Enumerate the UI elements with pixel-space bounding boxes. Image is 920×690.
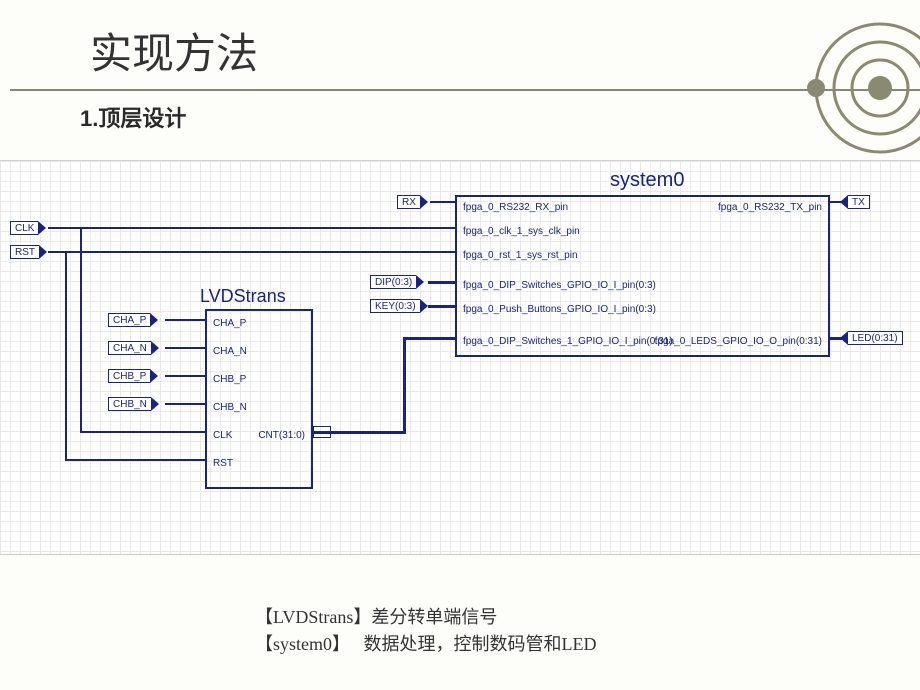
- corner-circles-graphic: [760, 18, 920, 178]
- lvds-pin-chb-n: CHB_N: [213, 403, 247, 413]
- io-pad-key: KEY(0:3): [370, 299, 428, 313]
- footer-line-2: 【system0】 数据处理，控制数码管和LED: [255, 631, 597, 658]
- sys0-pin-tx: fpga_0_RS232_TX_pin: [718, 203, 822, 213]
- schematic-diagram: LVDStrans CHA_P CHA_N CHB_P CHB_N CLK RS…: [0, 160, 920, 555]
- io-pad-dip: DIP(0:3): [370, 275, 424, 289]
- page-subtitle: 1.顶层设计: [80, 101, 850, 133]
- sys0-pin-dip1: fpga_0_DIP_Switches_1_GPIO_IO_I_pin(0:31…: [463, 337, 673, 347]
- lvds-pin-chb-p: CHB_P: [213, 375, 246, 385]
- sys0-pin-rx: fpga_0_RS232_RX_pin: [463, 203, 568, 213]
- circles-icon: [760, 18, 920, 178]
- block-title-lvds: LVDStrans: [200, 286, 286, 307]
- io-pad-led: LED(0:31): [840, 331, 903, 345]
- sys0-pin-key: fpga_0_Push_Buttons_GPIO_IO_I_pin(0:3): [463, 305, 656, 315]
- lvds-pin-cha-p: CHA_P: [213, 319, 246, 329]
- page-title: 实现方法: [90, 20, 850, 81]
- sys0-pin-leds: fpga_0_LEDS_GPIO_IO_O_pin(0:31): [655, 337, 822, 347]
- io-pad-tx: TX: [840, 195, 870, 209]
- slide-header: 实现方法 1.顶层设计: [0, 0, 920, 133]
- sys0-pin-dip: fpga_0_DIP_Switches_GPIO_IO_I_pin(0:3): [463, 281, 656, 291]
- io-pad-clk: CLK: [10, 221, 46, 235]
- io-pad-rx: RX: [397, 195, 428, 209]
- bus-tap-cnt: [313, 426, 331, 438]
- lvds-pin-cnt: CNT(31:0): [258, 431, 305, 441]
- io-pad-cha-p: CHA_P: [108, 313, 158, 327]
- lvds-pin-clk: CLK: [213, 431, 232, 441]
- lvds-pin-rst: RST: [213, 459, 233, 469]
- footer-line-1: 【LVDStrans】差分转单端信号: [255, 604, 597, 631]
- block-lvds: CHA_P CHA_N CHB_P CHB_N CLK RST CNT(31:0…: [205, 309, 313, 489]
- io-pad-chb-n: CHB_N: [108, 397, 159, 411]
- sys0-pin-rst: fpga_0_rst_1_sys_rst_pin: [463, 251, 578, 261]
- block-title-system0: system0: [610, 169, 684, 192]
- io-pad-rst: RST: [10, 245, 47, 259]
- lvds-pin-cha-n: CHA_N: [213, 347, 247, 357]
- io-pad-cha-n: CHA_N: [108, 341, 159, 355]
- sys0-pin-clk: fpga_0_clk_1_sys_clk_pin: [463, 227, 580, 237]
- block-system0: fpga_0_RS232_RX_pin fpga_0_clk_1_sys_clk…: [455, 195, 830, 357]
- io-pad-chb-p: CHB_P: [108, 369, 158, 383]
- footer-description: 【LVDStrans】差分转单端信号 【system0】 数据处理，控制数码管和…: [255, 604, 597, 658]
